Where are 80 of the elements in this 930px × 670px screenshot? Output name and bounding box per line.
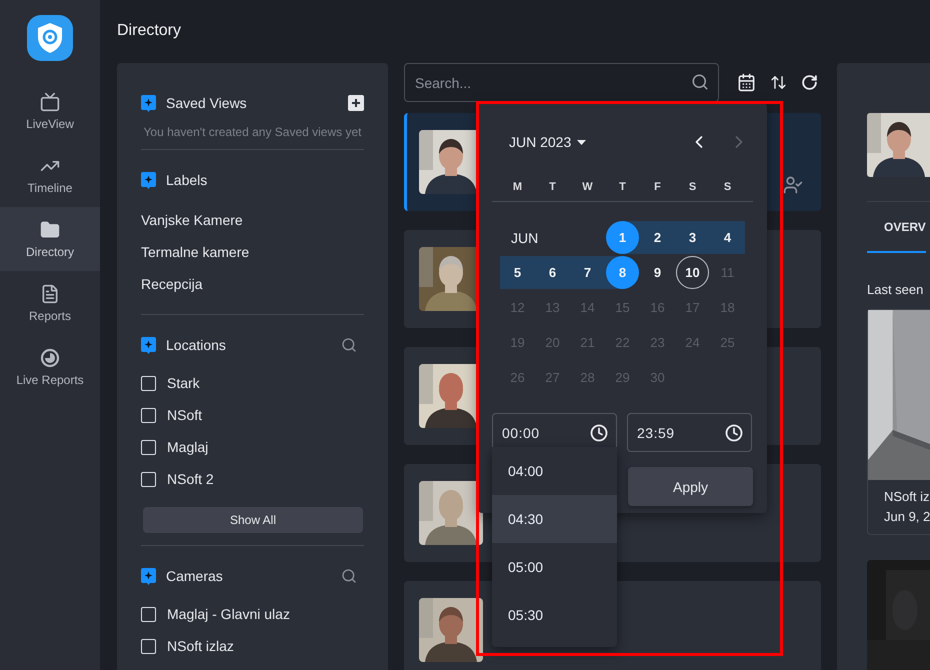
nav-item[interactable]: Directory xyxy=(0,207,100,271)
caret-icon xyxy=(577,140,586,144)
checkbox[interactable] xyxy=(141,638,156,654)
page-title: Directory xyxy=(117,20,182,40)
checkbox[interactable] xyxy=(141,408,156,422)
refresh-icon[interactable] xyxy=(801,74,818,91)
sighting-card[interactable]: NSoft iz Jun 9, 2 xyxy=(867,309,930,535)
nav-label: Directory xyxy=(26,244,74,258)
day-button[interactable]: 5 xyxy=(501,256,534,289)
checkbox-label: Stark xyxy=(167,375,200,391)
nav-item[interactable]: LiveView xyxy=(0,79,100,143)
search-icon xyxy=(691,73,709,91)
nav-item[interactable]: Live Reports xyxy=(0,335,100,399)
sighting-date: Jun 9, 2 xyxy=(883,508,930,526)
sort-icon[interactable] xyxy=(770,74,787,91)
section-title: Saved Views xyxy=(166,95,248,111)
tv-icon xyxy=(40,92,60,112)
show-all-button[interactable]: Show All xyxy=(143,507,363,533)
checkbox-label: Maglaj xyxy=(167,439,208,455)
nav-label: Timeline xyxy=(28,180,72,194)
search-field[interactable]: Search... xyxy=(404,63,719,102)
day-button[interactable]: 10 xyxy=(676,256,709,289)
clock-icon xyxy=(725,424,743,442)
weekday-label: S xyxy=(722,181,732,195)
end-time-field[interactable]: 23:59 xyxy=(627,413,752,452)
day-button[interactable]: 4 xyxy=(711,221,744,254)
apply-button[interactable]: Apply xyxy=(628,467,753,506)
label-item[interactable]: Termalne kamere xyxy=(141,236,364,268)
folder-icon xyxy=(40,220,60,240)
weekday-label: M xyxy=(512,181,524,195)
overview-tab[interactable]: OVERV xyxy=(867,202,926,253)
time-option[interactable]: 05:00 xyxy=(492,543,617,591)
weekday-label: S xyxy=(688,181,698,195)
checkbox[interactable] xyxy=(141,376,156,390)
section-icon xyxy=(141,336,156,354)
day-button[interactable]: 2 xyxy=(641,221,674,254)
weekday-label: T xyxy=(618,181,627,195)
checkbox[interactable] xyxy=(141,472,156,486)
checkbox-label: Maglaj - Glavni ulaz xyxy=(167,606,290,622)
section-icon xyxy=(141,568,156,584)
checkbox-label: NSoft 2 xyxy=(167,471,214,487)
time-option[interactable]: 05:30 xyxy=(492,591,617,639)
nav-item[interactable]: Timeline xyxy=(0,143,100,207)
calendar-icon[interactable] xyxy=(737,73,756,92)
section-icon xyxy=(141,172,156,188)
day-button[interactable]: 6 xyxy=(536,256,569,289)
section-title: Cameras xyxy=(166,568,224,584)
label-item[interactable]: Recepcija xyxy=(141,268,364,300)
add-button[interactable] xyxy=(348,95,364,111)
nav-label: LiveView xyxy=(26,116,74,130)
clock-icon xyxy=(590,424,608,442)
section-title: Last seen xyxy=(867,282,924,297)
camera-name: NSoft iz xyxy=(883,488,930,506)
checkbox-label: NSoft xyxy=(167,407,202,423)
month-selector[interactable]: JUN 2023 xyxy=(509,134,586,150)
document-icon xyxy=(40,284,60,304)
checkbox-label: NSoft izlaz xyxy=(167,638,234,654)
checkbox[interactable] xyxy=(141,440,156,454)
nav-label: Reports xyxy=(28,308,72,322)
section-title: Locations xyxy=(166,337,227,353)
checkbox[interactable] xyxy=(141,606,156,622)
weekday-label: W xyxy=(581,181,594,195)
nav-label: Live Reports xyxy=(16,372,84,386)
day-button[interactable]: 9 xyxy=(641,256,674,289)
logo-icon xyxy=(26,14,74,62)
section-icon xyxy=(141,94,156,112)
label-item[interactable]: Vanjske Kamere xyxy=(141,204,364,236)
time-option[interactable]: 04:00 xyxy=(492,447,617,495)
day-button[interactable]: 7 xyxy=(571,256,604,289)
month-label: JUN xyxy=(510,228,540,248)
day-button[interactable]: 3 xyxy=(676,221,709,254)
weekday-label: T xyxy=(548,181,557,195)
nav-item[interactable]: Reports xyxy=(0,271,100,335)
pie-clock-icon xyxy=(40,348,60,368)
search-icon[interactable] xyxy=(341,337,357,353)
time-option[interactable]: 04:30 xyxy=(492,495,617,543)
empty-note: You haven't created any Saved views yet xyxy=(142,125,362,139)
section-title: Labels xyxy=(166,172,208,188)
search-icon[interactable] xyxy=(341,568,357,584)
weekday-label: F xyxy=(653,181,662,195)
